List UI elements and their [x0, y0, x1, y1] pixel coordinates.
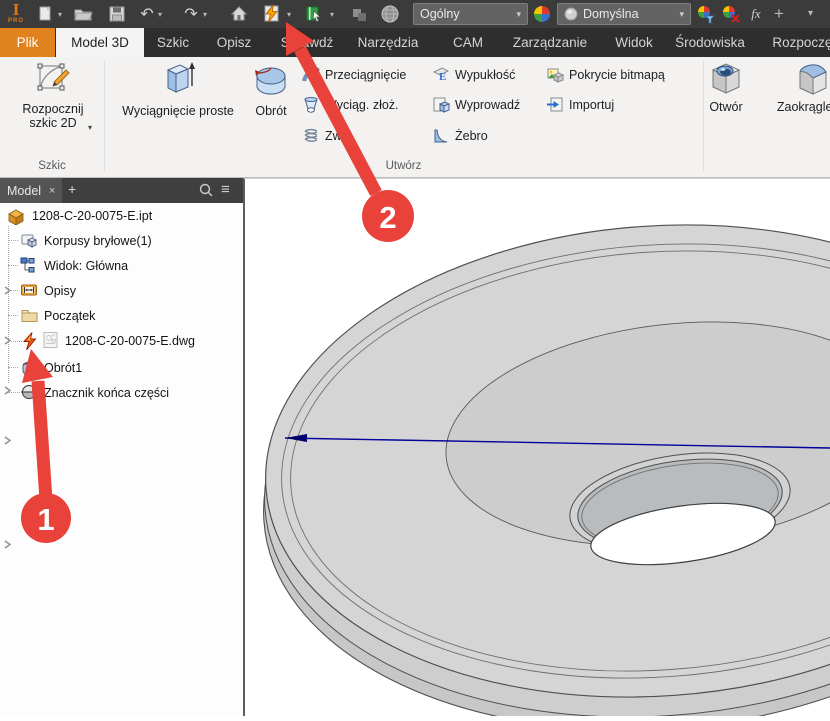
- tab-model-3d[interactable]: Model 3D: [56, 28, 144, 57]
- appearance-wheel-icon[interactable]: [531, 4, 553, 24]
- browser-tab-model[interactable]: Model×: [0, 178, 62, 203]
- sweep-button[interactable]: Przeciągnięcie: [302, 66, 406, 84]
- tree-item-revolve-feature[interactable]: Obrót1: [0, 355, 243, 380]
- revolve-icon: [251, 60, 291, 100]
- annotations-icon: [20, 281, 38, 299]
- redo-icon[interactable]: ↷: [180, 4, 202, 24]
- expander-icon[interactable]: [2, 539, 13, 550]
- redo-caret-icon[interactable]: ▾: [203, 11, 211, 19]
- extrude-button[interactable]: Wyciągnięcie proste: [108, 60, 248, 118]
- tree-item-dwg-underlay[interactable]: 1208-C-20-0075-E.dwg: [0, 328, 243, 354]
- search-icon[interactable]: [198, 182, 216, 200]
- open-icon[interactable]: [72, 4, 94, 24]
- new-file-caret-icon[interactable]: ▾: [58, 11, 66, 19]
- expander-icon[interactable]: [2, 435, 13, 446]
- update-caret-icon[interactable]: ▾: [287, 11, 295, 19]
- tab-sprawdz[interactable]: Sprawdź: [275, 28, 339, 57]
- style-combo[interactable]: Ogólny▾: [413, 3, 528, 25]
- update-lightning-icon: [22, 332, 40, 350]
- tab-zarzadzanie[interactable]: Zarządzanie: [504, 28, 596, 57]
- tab-srodowiska[interactable]: Środowiska: [670, 28, 750, 57]
- material-browser-icon[interactable]: [303, 4, 325, 24]
- derive-button[interactable]: Wyprowadź: [432, 96, 520, 114]
- save-icon[interactable]: [106, 4, 128, 24]
- revolve-button[interactable]: Obrót: [246, 60, 296, 118]
- decal-button[interactable]: Pokrycie bitmapą: [546, 66, 665, 84]
- panel-divider: [104, 61, 105, 171]
- design-view-icon: [20, 256, 38, 274]
- tree-item-end-of-part[interactable]: Znacznik końca części: [0, 380, 243, 405]
- decal-icon: [546, 66, 564, 84]
- inventor-logo: I PRO: [4, 1, 28, 27]
- hole-button[interactable]: Otwór: [706, 60, 746, 114]
- start-sketch-caret-icon[interactable]: ▾: [88, 123, 92, 132]
- panel-divider: [703, 61, 704, 171]
- browser-header: Model× + ≡: [0, 178, 243, 203]
- import-icon: [546, 96, 564, 114]
- derive-icon: [432, 96, 450, 114]
- browser-menu-icon[interactable]: ≡: [221, 182, 239, 200]
- fillet-button[interactable]: Zaokrąglenie: [770, 60, 830, 114]
- tab-plik[interactable]: Plik: [0, 28, 55, 57]
- tree-item-annotations[interactable]: Opisy: [0, 278, 243, 303]
- viewport-3d[interactable]: [243, 178, 830, 716]
- add-browser-tab-icon[interactable]: +: [68, 181, 76, 197]
- tab-widok[interactable]: Widok: [609, 28, 659, 57]
- new-file-icon[interactable]: [34, 4, 56, 24]
- fillet-icon: [795, 60, 830, 96]
- model-canvas: [245, 179, 830, 716]
- home-icon[interactable]: [228, 4, 250, 24]
- start-2d-sketch-button[interactable]: Rozpocznijszkic 2D: [8, 60, 98, 130]
- rib-icon: [432, 127, 450, 145]
- dwg-document-icon: [42, 331, 60, 349]
- loft-icon: [302, 96, 320, 114]
- revolve-feature-icon: [20, 358, 38, 376]
- sweep-icon: [302, 66, 320, 84]
- tab-opisz[interactable]: Opisz: [211, 28, 257, 57]
- tree-item-design-view[interactable]: Widok: Główna: [0, 253, 243, 278]
- tab-cam[interactable]: CAM: [448, 28, 488, 57]
- undo-caret-icon[interactable]: ▾: [158, 11, 166, 19]
- help-globe-icon[interactable]: [379, 4, 401, 24]
- extrude-icon: [158, 60, 198, 100]
- title-bar: I PRO ▾ ↶ ▾ ↷ ▾ ▾ ▾ Ogólny▾ Domyślna▾: [0, 0, 830, 28]
- appearance-combo[interactable]: Domyślna▾: [557, 3, 691, 25]
- material-caret-icon[interactable]: ▾: [330, 11, 338, 19]
- model-browser-panel: Model× + ≡ 1208-C-20-0075-E.ipt Korpusy …: [0, 178, 243, 716]
- tab-narzedzia[interactable]: Narzędzia: [355, 28, 421, 57]
- selection-dim-icon[interactable]: [349, 4, 371, 24]
- sketch-2d-icon: [34, 60, 72, 98]
- hole-icon: [708, 60, 744, 96]
- more-chevron-icon[interactable]: ▾: [808, 10, 816, 18]
- svg-text:E: E: [439, 71, 446, 83]
- solid-bodies-folder-icon: [20, 231, 38, 249]
- coil-button[interactable]: Zwój: [302, 127, 351, 145]
- ribbon-tab-bar: Plik Model 3D Szkic Opisz Sprawdź Narzęd…: [0, 28, 830, 57]
- update-icon[interactable]: [261, 4, 283, 24]
- tab-rozpoczecie[interactable]: Rozpoczęcie: [766, 28, 830, 57]
- import-button[interactable]: Importuj: [546, 96, 614, 114]
- panel-label-szkic: Szkic: [0, 157, 104, 175]
- undo-icon[interactable]: ↶: [136, 4, 158, 24]
- parameters-fx-icon[interactable]: fx: [745, 4, 767, 24]
- tab-szkic[interactable]: Szkic: [150, 28, 196, 57]
- part-document-icon: [6, 207, 24, 225]
- loft-button[interactable]: Wyciąg. złoż.: [302, 96, 399, 114]
- end-of-part-marker-icon: [20, 383, 38, 401]
- tree-item-origin[interactable]: Początek: [0, 303, 243, 328]
- appearance-filter-icon[interactable]: [695, 4, 717, 24]
- add-quick-access-icon[interactable]: +: [768, 4, 790, 24]
- rib-button[interactable]: Żebro: [432, 127, 488, 145]
- close-tab-icon[interactable]: ×: [49, 185, 55, 197]
- emboss-button[interactable]: E Wypukłość: [432, 66, 515, 84]
- emboss-icon: E: [432, 66, 450, 84]
- coil-icon: [302, 127, 320, 145]
- ribbon: Rozpocznijszkic 2D ▾ Szkic Wyciągnięcie …: [0, 57, 830, 178]
- tree-item-solid-bodies[interactable]: Korpusy bryłowe(1): [0, 228, 243, 253]
- appearance-clear-icon[interactable]: [720, 4, 742, 24]
- tree-item-part[interactable]: 1208-C-20-0075-E.ipt: [0, 203, 243, 228]
- folder-icon: [20, 306, 38, 324]
- panel-label-utworz: Utwórz: [104, 157, 703, 175]
